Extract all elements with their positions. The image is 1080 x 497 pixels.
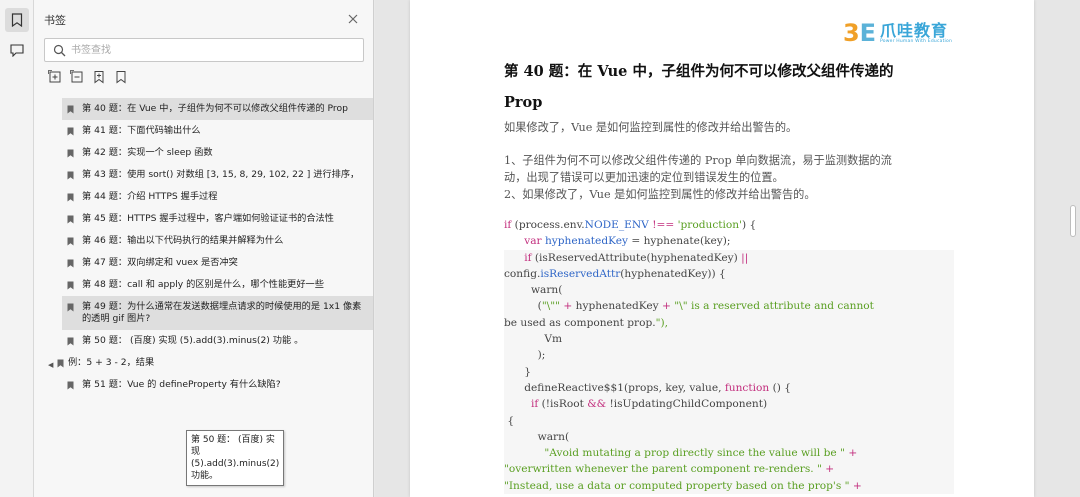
bookmark-item[interactable]: 第 45 题：HTTPS 握手过程中，客户端如何验证证书的合法性37 bbox=[62, 208, 373, 230]
bookmark-item-icon bbox=[67, 215, 74, 224]
bookmark-item-icon bbox=[67, 127, 74, 136]
code-block: if (process.env.NODE_ENV !== 'production… bbox=[504, 217, 954, 495]
question-heading: 第 40 题：在 Vue 中，子组件为何不可以修改父组件传递的 bbox=[504, 63, 894, 80]
search-icon bbox=[53, 44, 66, 57]
left-toolbar bbox=[0, 0, 34, 497]
bookmark-item[interactable]: 第 49 题：为什么通常在发送数据埋点请求的时候使用的是 1x1 像素的透明 g… bbox=[62, 296, 373, 330]
bookmark-item[interactable]: ◀例：5 + 3 - 2，结果39 bbox=[46, 352, 373, 374]
bookmark-item[interactable]: 第 42 题：实现一个 sleep 函数36 bbox=[62, 142, 373, 164]
document-scrollbar[interactable] bbox=[1070, 205, 1076, 237]
bookmark-label: 第 40 题：在 Vue 中，子组件为何不可以修改父组件传递的 Prop bbox=[82, 103, 348, 114]
code-line: ("\"" + hyphenatedKey + "\" is a reserve… bbox=[504, 298, 954, 315]
code-line: "overwritten whenever the parent compone… bbox=[504, 461, 954, 478]
bookmark-label: 第 44 题：介绍 HTTPS 握手过程 bbox=[82, 191, 218, 202]
delete-bookmark-icon[interactable] bbox=[114, 70, 128, 84]
code-line: config.isReservedAttr(hyphenatedKey)) { bbox=[504, 265, 954, 283]
code-line: be used as component prop."), bbox=[504, 314, 954, 332]
answer-line-1: 1、子组件为何不可以修改父组件传递的 Prop 单向数据流，易于监测数据的流 bbox=[504, 154, 892, 167]
logo-tagline: Power Human With Education bbox=[880, 38, 952, 44]
bookmark-label: 第 48 题：call 和 apply 的区别是什么，哪个性能更好一些 bbox=[82, 279, 324, 290]
bookmark-item[interactable]: 第 44 题：介绍 HTTPS 握手过程36 bbox=[62, 186, 373, 208]
logo-name: 爪哇教育 bbox=[880, 20, 949, 40]
bookmark-list: 第 40 题：在 Vue 中，子组件为何不可以修改父组件传递的 Prop35第 … bbox=[48, 98, 373, 396]
code-line: "Instead, use a data or computed propert… bbox=[504, 477, 954, 495]
expand-arrow-icon[interactable]: ◀ bbox=[48, 359, 53, 371]
bookmark-item-icon bbox=[67, 259, 74, 268]
code-line: ); bbox=[504, 347, 954, 364]
answer-line-3: 2、如果修改了，Vue 是如何监控到属性的修改并给出警告的。 bbox=[504, 188, 816, 201]
document-page: 3E 爪哇教育 Power Human With Education 第 40 … bbox=[410, 0, 1034, 497]
bookmark-label: 第 45 题：HTTPS 握手过程中，客户端如何验证证书的合法性 bbox=[82, 213, 334, 224]
bookmark-item-icon bbox=[67, 105, 74, 114]
bookmark-item-icon bbox=[67, 237, 74, 246]
bookmark-item-icon bbox=[67, 149, 74, 158]
bookmark-label: 例：5 + 3 - 2，结果 bbox=[68, 357, 155, 368]
bookmark-item[interactable]: 第 51 题：Vue 的 defineProperty 有什么缺陷?39 bbox=[62, 374, 373, 396]
bookmark-item[interactable]: 第 41 题：下面代码输出什么35 bbox=[62, 120, 373, 142]
bookmark-item[interactable]: 第 43 题：使用 sort() 对数组 [3, 15, 8, 29, 102,… bbox=[62, 164, 373, 186]
bookmark-tools bbox=[48, 70, 128, 88]
bookmark-panel-button[interactable] bbox=[5, 8, 29, 32]
bookmark-item[interactable]: 第 47 题：双向绑定和 vuex 是否冲突37 bbox=[62, 252, 373, 274]
code-line: var hyphenatedKey = hyphenate(key); bbox=[524, 235, 731, 248]
bookmark-label: 第 50 题： (百度) 实现 (5).add(3).minus(2) 功能 。 bbox=[82, 335, 304, 346]
bookmark-item-icon bbox=[67, 281, 74, 290]
bookmark-search[interactable] bbox=[44, 38, 364, 62]
code-line: warn( bbox=[504, 282, 954, 299]
bookmark-item-icon bbox=[57, 359, 64, 368]
comment-panel-button[interactable] bbox=[5, 38, 29, 62]
bookmark-panel: 书签 第 40 题：在 Vue 中，子组件为何不可以修改父组件传递的 Prop3… bbox=[34, 0, 374, 497]
bookmark-label: 第 43 题：使用 sort() 对数组 [3, 15, 8, 29, 102,… bbox=[82, 169, 360, 180]
code-line: "Avoid mutating a prop directly since th… bbox=[504, 445, 954, 462]
panel-title: 书签 bbox=[44, 14, 66, 27]
bookmark-label: 第 41 题：下面代码输出什么 bbox=[82, 125, 201, 136]
code-line: if (isReservedAttribute(hyphenatedKey) |… bbox=[504, 249, 954, 266]
intro-paragraph: 如果修改了，Vue 是如何监控到属性的修改并给出警告的。 bbox=[504, 121, 798, 134]
bookmark-item[interactable]: 第 46 题：输出以下代码执行的结果并解释为什么37 bbox=[62, 230, 373, 252]
bookmark-label: 第 47 题：双向绑定和 vuex 是否冲突 bbox=[82, 257, 238, 268]
bookmark-item[interactable]: 第 40 题：在 Vue 中，子组件为何不可以修改父组件传递的 Prop35 bbox=[62, 98, 373, 120]
answer-line-2: 动，出现了错误可以更加迅速的定位到错误发生的位置。 bbox=[504, 171, 784, 184]
code-line: defineReactive$$1(props, key, value, fun… bbox=[504, 379, 954, 397]
bookmark-icon bbox=[11, 13, 23, 27]
bookmark-item-icon bbox=[67, 193, 74, 202]
comment-icon bbox=[10, 43, 24, 57]
code-line: } bbox=[504, 363, 954, 380]
code-line: warn( bbox=[504, 428, 954, 446]
code-line: Vm bbox=[504, 331, 954, 348]
code-line: if (!isRoot && !isUpdatingChildComponent… bbox=[504, 396, 954, 413]
bookmark-item-icon bbox=[67, 303, 74, 312]
close-panel-button[interactable] bbox=[347, 10, 361, 24]
expand-all-icon[interactable] bbox=[48, 70, 62, 84]
code-line: if (process.env.NODE_ENV !== 'production… bbox=[504, 219, 757, 231]
collapse-all-icon[interactable] bbox=[70, 70, 84, 84]
brand-logo: 3E 爪哇教育 Power Human With Education bbox=[843, 20, 952, 46]
bookmark-item[interactable]: 第 48 题：call 和 apply 的区别是什么，哪个性能更好一些38 bbox=[62, 274, 373, 296]
bookmark-item-icon bbox=[67, 337, 74, 346]
add-bookmark-icon[interactable] bbox=[92, 70, 106, 84]
bookmark-search-input[interactable] bbox=[71, 42, 351, 58]
bookmark-label: 第 49 题：为什么通常在发送数据埋点请求的时候使用的是 1x1 像素的透明 g… bbox=[82, 301, 362, 324]
bookmark-item-icon bbox=[67, 171, 74, 180]
bookmark-label: 第 46 题：输出以下代码执行的结果并解释为什么 bbox=[82, 235, 284, 246]
close-icon bbox=[348, 14, 358, 24]
logo-mark: 3E bbox=[842, 19, 877, 47]
bookmark-tooltip: 第 50 题： (百度) 实现 (5).add(3).minus(2) 功能。 bbox=[186, 430, 284, 486]
bookmark-label: 第 51 题：Vue 的 defineProperty 有什么缺陷? bbox=[82, 379, 281, 390]
code-line: { bbox=[504, 412, 954, 429]
bookmark-label: 第 42 题：实现一个 sleep 函数 bbox=[82, 147, 213, 158]
bookmark-item[interactable]: 第 50 题： (百度) 实现 (5).add(3).minus(2) 功能 。… bbox=[62, 330, 373, 352]
document-area: 3E 爪哇教育 Power Human With Education 第 40 … bbox=[375, 0, 1080, 497]
bookmark-item-icon bbox=[67, 381, 74, 390]
question-heading-cont: Prop bbox=[504, 94, 543, 111]
